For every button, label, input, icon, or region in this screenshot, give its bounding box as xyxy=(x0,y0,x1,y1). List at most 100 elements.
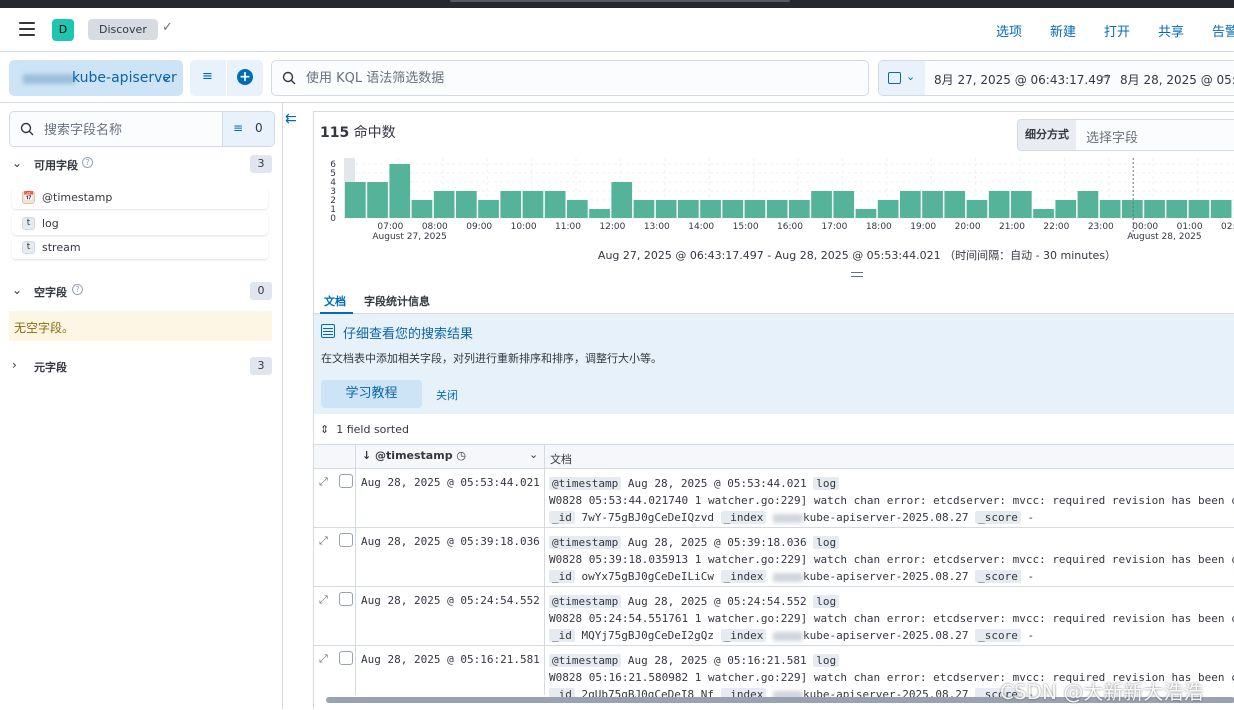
breadcrumb-discover[interactable]: Discover xyxy=(88,19,158,40)
x-tick-label: 20:00 xyxy=(955,222,981,232)
space-avatar[interactable]: D xyxy=(52,19,74,41)
row-timestamp: Aug 28, 2025 @ 05:39:18.036 xyxy=(361,535,540,548)
x-tick-label: 21:00 xyxy=(999,222,1025,232)
arrow-right-icon: → xyxy=(1100,70,1111,85)
histogram-bar xyxy=(1055,200,1077,218)
column-header-document[interactable]: 文档 xyxy=(550,451,572,467)
hits-counter: 115 命中数 xyxy=(320,122,396,142)
top-menu: 选项 新建 打开 共享 告警 xyxy=(976,21,1234,41)
menu-share-button[interactable]: 共享 xyxy=(1158,21,1192,41)
help-icon[interactable]: ? xyxy=(82,157,93,168)
calendar-icon xyxy=(888,72,901,84)
y-tick-label: 2 xyxy=(330,196,336,206)
expand-icon[interactable]: ⤢ xyxy=(319,475,328,489)
field-search-input[interactable] xyxy=(44,120,214,140)
end-date[interactable]: 8月 28, 2025 @ 05:53 xyxy=(1120,71,1234,88)
meta-fields-header[interactable]: › 元字段 3 xyxy=(12,357,272,377)
breakdown-label: 细分方式 xyxy=(1018,120,1076,150)
histogram-bar xyxy=(855,209,877,218)
text-type-icon: t xyxy=(22,241,35,254)
menu-alerts-button[interactable]: 告警 xyxy=(1212,21,1234,41)
table-row[interactable]: ⤢ Aug 28, 2025 @ 05:53:44.021 @timestamp… xyxy=(314,469,1234,528)
histogram-bar xyxy=(633,200,655,218)
row-checkbox[interactable] xyxy=(339,474,353,488)
document-table: ↓ @timestamp ◷ ⌄ 文档 ⤢ Aug 28, 2025 @ 05:… xyxy=(314,444,1234,710)
histogram-bar xyxy=(1188,200,1210,218)
histogram-bar xyxy=(567,200,588,218)
row-checkbox[interactable] xyxy=(339,533,353,547)
resize-handle[interactable] xyxy=(851,272,863,277)
table-row[interactable]: ⤢ Aug 28, 2025 @ 05:24:54.552 @timestamp… xyxy=(314,587,1234,646)
meta-fields-count: 3 xyxy=(250,357,272,375)
start-date[interactable]: 8月 27, 2025 @ 06:43:17.497 xyxy=(934,71,1111,88)
field-item-log[interactable]: t log xyxy=(12,213,268,235)
histogram-bar xyxy=(988,191,1010,218)
expand-icon[interactable]: ⤢ xyxy=(319,652,328,666)
sorted-indicator[interactable]: ⇕ 1 field sorted xyxy=(320,423,409,436)
empty-fields-header[interactable]: ⌄ 空字段 ? 0 xyxy=(12,282,272,302)
field-item-stream[interactable]: t stream xyxy=(12,237,268,259)
histogram-bar xyxy=(433,191,455,218)
add-filter-icon[interactable]: + xyxy=(237,69,253,85)
tab-field-statistics[interactable]: 字段统计信息 xyxy=(364,293,430,309)
empty-fields-note-text: 无空字段。 xyxy=(14,321,75,335)
help-icon[interactable]: ? xyxy=(72,284,83,295)
histogram-bar xyxy=(1144,200,1165,218)
tab-documents[interactable]: 文档 xyxy=(324,293,346,309)
kql-search-input[interactable] xyxy=(306,68,846,88)
breakdown-selector[interactable]: 细分方式 选择字段 xyxy=(1017,119,1234,151)
data-view-picker[interactable]: kube-apiserver ⌄ xyxy=(9,60,183,96)
chevron-down-icon[interactable]: ⌄ xyxy=(529,448,538,461)
histogram-bar xyxy=(722,200,744,218)
histogram-bar xyxy=(478,200,499,218)
hits-label: 命中数 xyxy=(353,125,396,141)
watermark: CSDN @大新新大浩浩 xyxy=(1000,680,1204,704)
column-timestamp-label: @timestamp xyxy=(375,449,453,462)
empty-fields-count: 0 xyxy=(250,282,272,300)
field-name: log xyxy=(42,217,59,230)
learn-tutorial-button[interactable]: 学习教程 xyxy=(321,380,422,408)
field-filter-button[interactable]: ≡ 0 xyxy=(222,112,274,146)
expand-icon[interactable]: ⤢ xyxy=(319,534,328,548)
table-icon xyxy=(321,324,335,338)
quick-date-button[interactable]: ⌄ xyxy=(879,61,925,95)
x-tick-label: 09:00 xyxy=(466,222,492,232)
y-tick-label: 3 xyxy=(330,187,336,197)
collapse-sidebar-icon[interactable]: ⇇ xyxy=(285,111,297,127)
column-header-timestamp[interactable]: ↓ @timestamp ◷ xyxy=(362,449,466,462)
histogram-bar xyxy=(1210,200,1232,218)
hits-count: 115 xyxy=(320,125,350,141)
sorted-text: 1 field sorted xyxy=(336,423,409,436)
meta-fields-title: 元字段 xyxy=(34,361,67,374)
row-checkbox[interactable] xyxy=(339,651,353,665)
available-fields-header[interactable]: ⌄ 可用字段 ? 3 xyxy=(12,155,272,175)
y-tick-label: 6 xyxy=(330,160,336,170)
y-tick-label: 1 xyxy=(330,205,336,215)
histogram-chart: 0123456 07:00August 27, 202508:00 09:00 10:… xyxy=(330,158,1234,242)
histogram-bar xyxy=(544,191,566,218)
menu-icon[interactable] xyxy=(19,22,35,36)
menu-new-button[interactable]: 新建 xyxy=(1050,21,1084,41)
field-sidebar: ≡ 0 ⌄ 可用字段 ? 3 📅 @timestamp t log t stre… xyxy=(0,103,283,709)
histogram-bar xyxy=(900,191,921,218)
histogram-bar xyxy=(922,191,943,218)
x-tick-label: 14:00 xyxy=(688,222,714,232)
expand-icon[interactable]: ⤢ xyxy=(319,593,328,607)
x-tick-label: 18:00 xyxy=(866,222,892,232)
field-item-timestamp[interactable]: 📅 @timestamp xyxy=(12,187,268,209)
field-search-box: ≡ 0 xyxy=(9,111,275,147)
filter-icon[interactable]: ≡ xyxy=(202,69,213,84)
row-timestamp: Aug 28, 2025 @ 05:24:54.552 xyxy=(361,594,540,607)
histogram-bar xyxy=(655,200,677,218)
histogram-bar xyxy=(456,191,477,218)
close-callout-button[interactable]: 关闭 xyxy=(436,387,458,403)
search-icon xyxy=(20,122,34,136)
menu-options-button[interactable]: 选项 xyxy=(996,21,1030,41)
x-tick-label: 23:00 xyxy=(1088,222,1114,232)
x-sublabel: August 28, 2025 xyxy=(1127,232,1201,242)
x-tick-label: 00:00 xyxy=(1132,222,1158,232)
x-tick-label: 19:00 xyxy=(910,222,936,232)
menu-open-button[interactable]: 打开 xyxy=(1104,21,1138,41)
table-row[interactable]: ⤢ Aug 28, 2025 @ 05:39:18.036 @timestamp… xyxy=(314,528,1234,587)
row-checkbox[interactable] xyxy=(339,592,353,606)
